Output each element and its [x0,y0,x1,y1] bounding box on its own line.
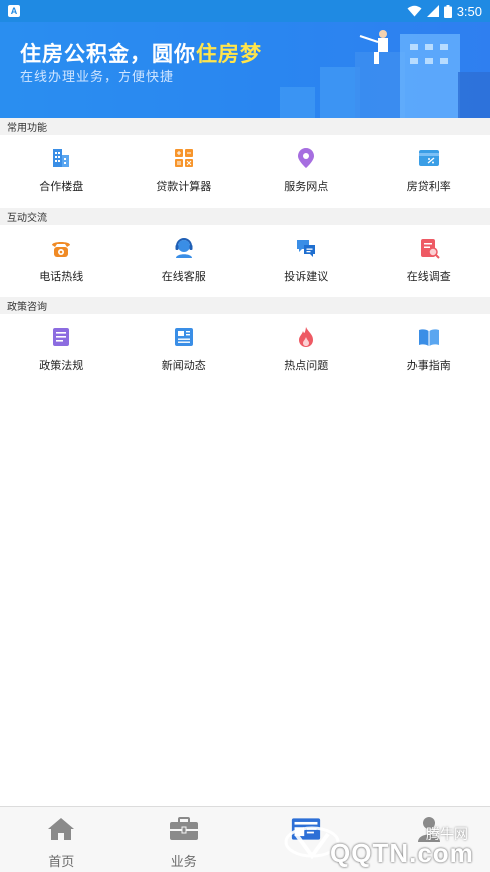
watermark-en-text: QQTN.com [330,838,474,868]
grid-item-label: 在线调查 [406,271,451,283]
grid-item-label: 合作楼盘 [39,181,84,193]
complaints-suggestions-button[interactable]: 投诉建议 [245,225,368,297]
news-updates-button[interactable]: 新闻动态 [123,314,246,386]
grid-item-label: 政策法规 [39,360,84,372]
online-service-button[interactable]: 在线客服 [123,225,246,297]
calculator-icon [173,147,195,169]
clock: 3:50 [456,3,482,19]
interaction-grid: 电话热线 在线客服 投诉建议 在线调查 [0,225,490,297]
section-header-policy: 政策咨询 [0,297,490,314]
policy-regulations-button[interactable]: 政策法规 [0,314,123,386]
service-guide-button[interactable]: 办事指南 [368,314,490,386]
chat-bubble-icon [295,237,317,259]
policy-grid: 政策法规 新闻动态 热点问题 办事指南 [0,314,490,386]
book-icon [418,326,440,348]
briefcase-icon [169,815,199,843]
home-icon [46,815,76,843]
nav-home[interactable]: 首页 [0,807,123,872]
loan-calculator-button[interactable]: 贷款计算器 [123,135,246,207]
survey-icon [418,237,440,259]
grid-item-label: 热点问题 [284,360,329,372]
building-icon [50,147,72,169]
cooperative-buildings-button[interactable]: 合作楼盘 [0,135,123,207]
nav-business[interactable]: 业务 [123,807,246,872]
flame-icon [295,326,317,348]
grid-item-label: 投诉建议 [284,271,329,283]
cell-signal-icon [426,5,439,17]
phone-icon [50,237,72,259]
grid-item-label: 服务网点 [284,181,329,193]
grid-item-label: 贷款计算器 [156,181,212,193]
wifi-icon [407,5,422,17]
section-header-common: 常用功能 [0,118,490,135]
mortgage-rate-button[interactable]: 房贷利率 [368,135,490,207]
hot-topics-button[interactable]: 热点问题 [245,314,368,386]
grid-item-label: 电话热线 [39,271,84,283]
location-pin-icon [295,147,317,169]
grid-item-label: 新闻动态 [161,360,206,372]
common-functions-grid: 合作楼盘 贷款计算器 服务网点 房贷利率 [0,135,490,207]
customer-service-icon [173,237,195,259]
section-header-interaction: 互动交流 [0,208,490,225]
grid-item-label: 办事指南 [406,360,451,372]
nav-label: 首页 [48,854,75,869]
online-survey-button[interactable]: 在线调查 [368,225,490,297]
banner-subtitle: 在线办理业务，方便快捷 [20,69,175,84]
status-bar: A 3:50 [0,0,490,22]
grid-item-label: 在线客服 [161,271,206,283]
battery-icon [443,4,452,18]
city-illustration [280,30,490,118]
service-outlets-button[interactable]: 服务网点 [245,135,368,207]
phone-hotline-button[interactable]: 电话热线 [0,225,123,297]
hero-banner: 住房公积金，圆你住房梦 在线办理业务，方便快捷 [0,22,490,118]
notification-app-icon: A [8,5,20,17]
grid-item-label: 房贷利率 [406,181,451,193]
banner-title: 住房公积金，圆你住房梦 [20,43,262,66]
rate-card-icon [418,147,440,169]
nav-label: 业务 [170,854,197,869]
policy-doc-icon [50,326,72,348]
newspaper-icon [173,326,195,348]
